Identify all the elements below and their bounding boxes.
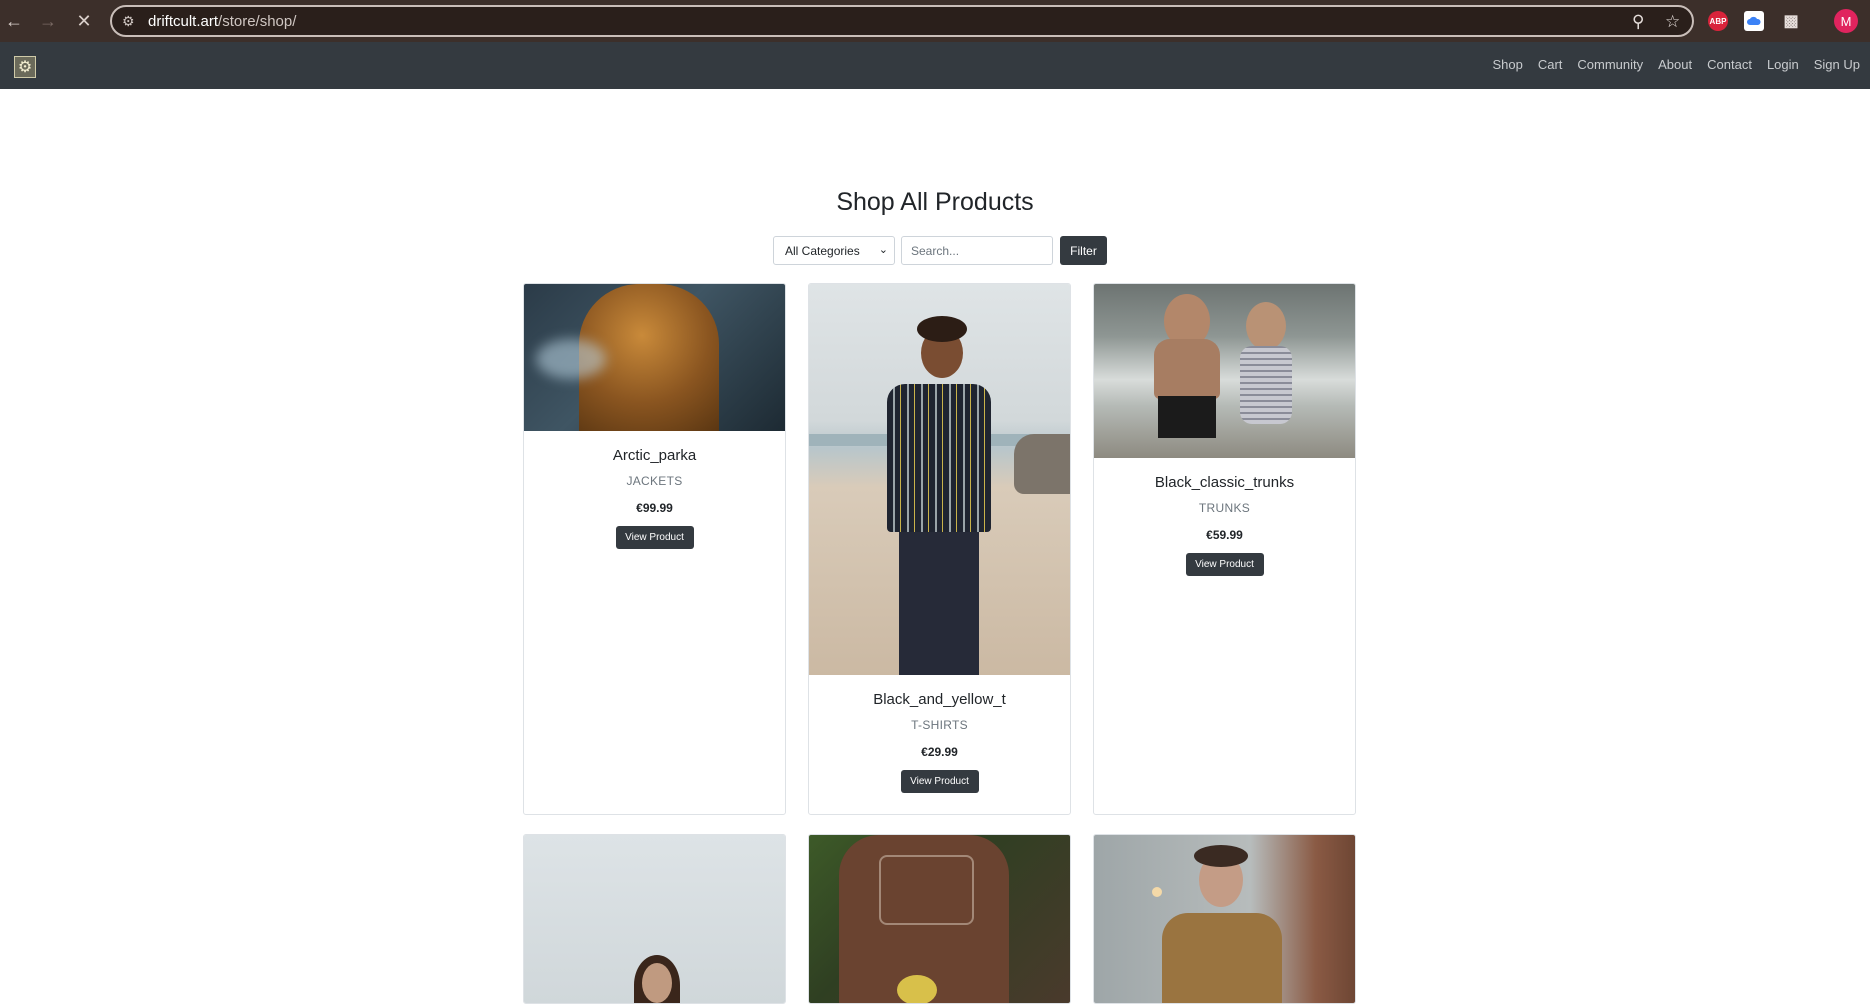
product-card: Black_and_yellow_t T-SHIRTS €29.99 View …	[808, 283, 1071, 815]
product-image[interactable]	[524, 284, 785, 431]
site-logo-icon[interactable]: ⚙	[14, 56, 36, 78]
category-select[interactable]: All Categories ⌄	[773, 236, 895, 265]
product-image[interactable]	[1094, 835, 1355, 1003]
site-navbar: ⚙ Shop Cart Community About Contact Logi…	[0, 42, 1870, 89]
browser-toolbar: ← → ✕ ⚙ driftcult.art/store/shop/ ⚲ ☆ AB…	[0, 0, 1870, 42]
product-category: JACKETS	[626, 474, 683, 488]
chevron-down-icon: ⌄	[878, 244, 888, 256]
filter-form: All Categories ⌄ Search... Filter	[773, 236, 1107, 265]
back-icon[interactable]: ←	[0, 7, 28, 35]
nav-contact-link[interactable]: Contact	[1707, 57, 1752, 72]
site-info-icon[interactable]: ⚙	[122, 13, 135, 30]
product-name: Black_and_yellow_t	[873, 691, 1006, 708]
product-category: T-SHIRTS	[911, 718, 968, 732]
product-image[interactable]	[1094, 284, 1355, 458]
filter-button[interactable]: Filter	[1060, 236, 1107, 265]
product-image[interactable]	[524, 835, 785, 1003]
product-category: TRUNKS	[1198, 501, 1251, 515]
address-bar[interactable]: ⚙ driftcult.art/store/shop/ ⚲ ☆	[110, 5, 1694, 37]
product-image[interactable]	[809, 284, 1070, 675]
url-text[interactable]: driftcult.art/store/shop/	[148, 13, 296, 30]
zoom-icon[interactable]: ⚲	[1632, 12, 1644, 32]
stop-loading-icon[interactable]: ✕	[70, 7, 98, 35]
product-card: Arctic_parka JACKETS €99.99 View Product	[523, 283, 786, 815]
view-product-button[interactable]: View Product	[1185, 553, 1264, 576]
cloud-extension-icon[interactable]	[1744, 11, 1764, 31]
product-card: Black_classic_trunks TRUNKS €59.99 View …	[1093, 283, 1356, 815]
nav-signup-link[interactable]: Sign Up	[1814, 57, 1860, 72]
nav-cart-link[interactable]: Cart	[1538, 57, 1563, 72]
nav-about-link[interactable]: About	[1658, 57, 1692, 72]
adblock-extension-icon[interactable]: ABP	[1708, 11, 1728, 31]
nav-community-link[interactable]: Community	[1577, 57, 1643, 72]
profile-avatar[interactable]: M	[1834, 9, 1858, 33]
product-card	[523, 834, 786, 1004]
bookmark-star-icon[interactable]: ☆	[1665, 12, 1680, 32]
product-price: €29.99	[921, 745, 958, 759]
product-name: Arctic_parka	[612, 447, 697, 464]
product-name: Black_classic_trunks	[1154, 474, 1295, 491]
product-card	[1093, 834, 1356, 1004]
search-input[interactable]: Search...	[901, 236, 1053, 265]
forward-icon[interactable]: →	[34, 7, 62, 35]
page-title: Shop All Products	[836, 188, 1034, 216]
extensions-puzzle-icon[interactable]: ▩	[1781, 11, 1801, 31]
product-image[interactable]	[809, 835, 1070, 1003]
product-card	[808, 834, 1071, 1004]
product-price: €59.99	[1206, 528, 1243, 542]
nav-login-link[interactable]: Login	[1767, 57, 1799, 72]
product-price: €99.99	[636, 501, 673, 515]
nav-links: Shop Cart Community About Contact Login …	[1477, 57, 1860, 72]
view-product-button[interactable]: View Product	[615, 526, 694, 549]
view-product-button[interactable]: View Product	[900, 770, 979, 793]
category-select-value: All Categories	[785, 243, 860, 258]
nav-shop-link[interactable]: Shop	[1492, 57, 1522, 72]
